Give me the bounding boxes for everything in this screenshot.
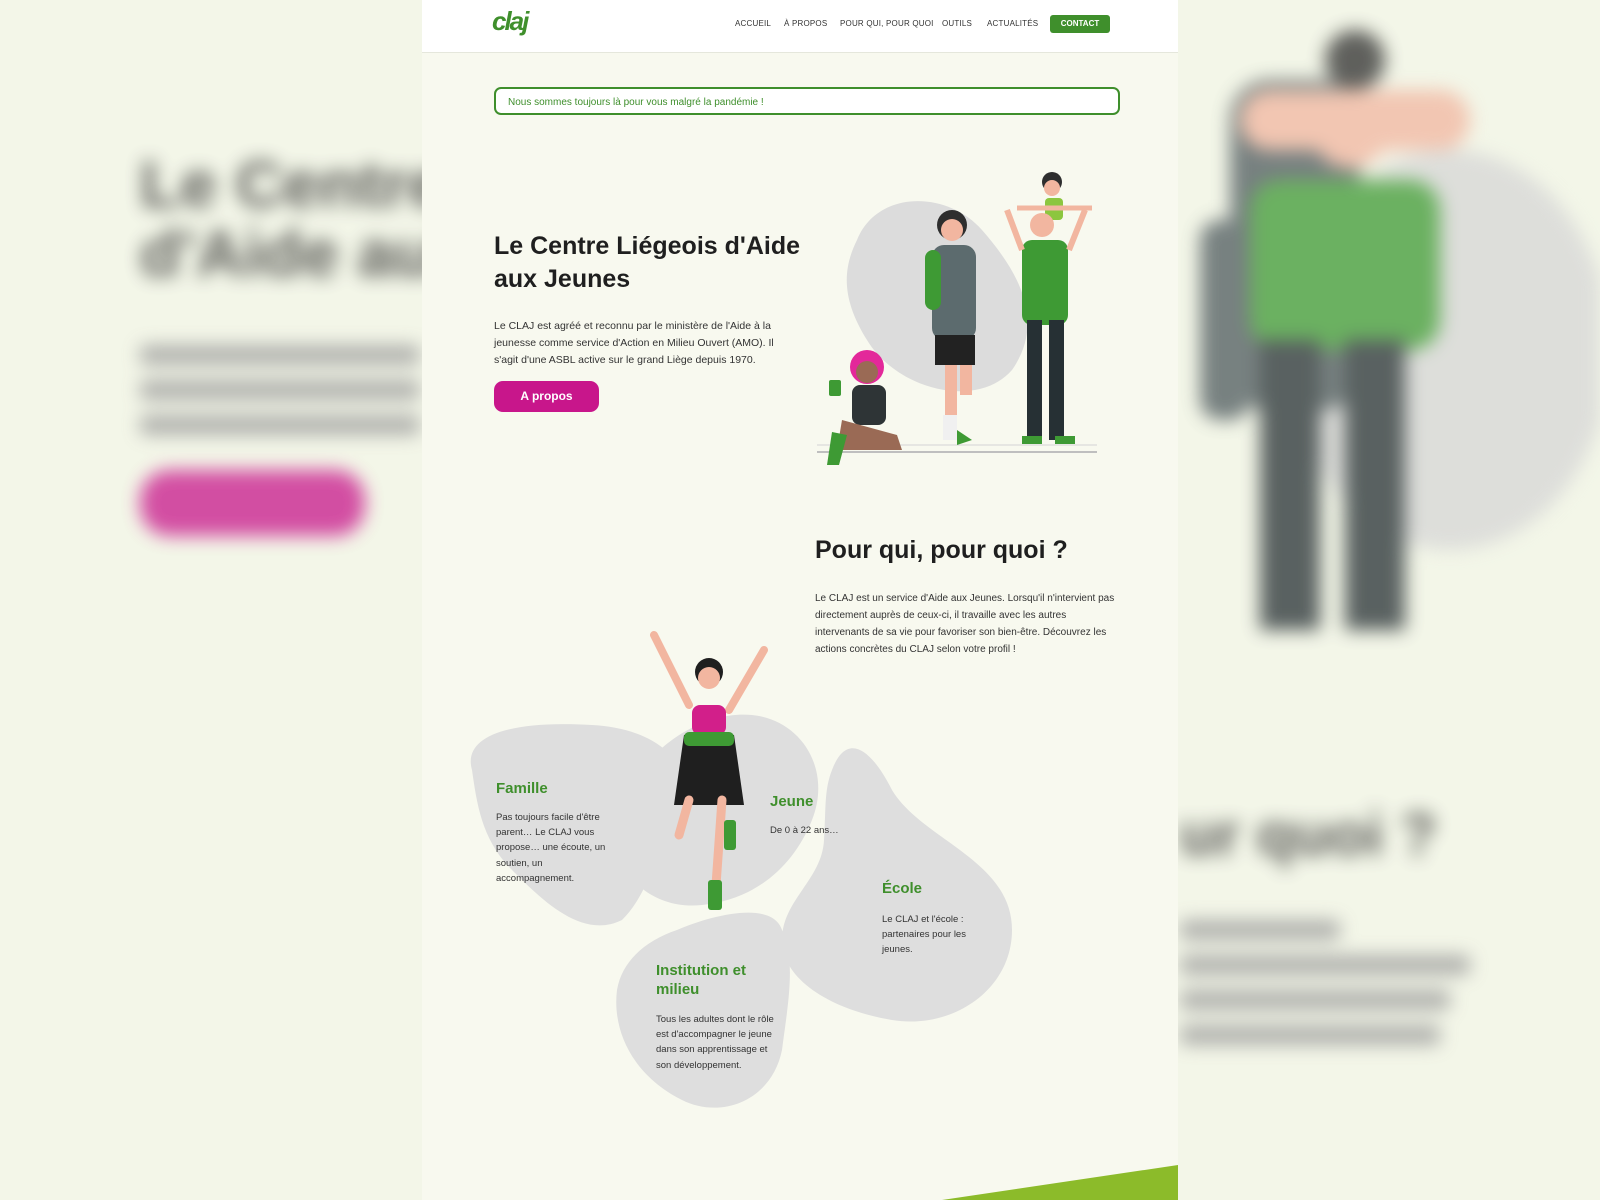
nav-actualites[interactable]: ACTUALITÉS xyxy=(987,19,1038,28)
backdrop-text-line xyxy=(1180,920,1340,940)
contact-button[interactable]: CONTACT xyxy=(1050,15,1110,33)
backdrop-text-line xyxy=(1180,1025,1440,1045)
backdrop-title-right: ur quoi ? xyxy=(1180,801,1437,868)
blob-institution xyxy=(616,912,790,1108)
profile-famille-text: Pas toujours facile d'être parent… Le CL… xyxy=(496,812,606,884)
profile-institution-text: Tous les adultes dont le rôle est d'acco… xyxy=(656,1014,774,1071)
nav-outils[interactable]: OUTILS xyxy=(942,19,972,28)
backdrop-text-line xyxy=(1180,990,1450,1010)
profile-jeune-text: De 0 à 22 ans… xyxy=(770,825,839,836)
dancing-girl-illustration xyxy=(650,631,768,910)
backdrop-text-line xyxy=(140,380,420,400)
profile-ecole-title[interactable]: École xyxy=(882,880,922,899)
backdrop-button xyxy=(140,470,365,536)
hero-illustration-people xyxy=(817,172,1097,465)
hero-title: Le Centre Liégeois d'Aide aux Jeunes xyxy=(494,232,801,293)
nav-pour-qui-pour-quoi[interactable]: POUR QUI, POUR QUOI xyxy=(840,19,934,28)
pandemic-notice-banner[interactable]: Nous sommes toujours là pour vous malgré… xyxy=(494,87,1120,115)
profile-ecole-text: Le CLAJ et l'école : partenaires pour le… xyxy=(882,914,966,956)
footer-accent-shape xyxy=(942,1165,1178,1200)
section-title-pour-qui: Pour qui, pour quoi ? xyxy=(815,536,1068,564)
backdrop-text-line xyxy=(140,345,420,365)
site-header: claj ACCUEIL À PROPOS POUR QUI, POUR QUO… xyxy=(422,0,1178,53)
profile-jeune-title[interactable]: Jeune xyxy=(770,793,813,812)
hero-description: Le CLAJ est agréé et reconnu par le mini… xyxy=(494,320,774,366)
claj-logo[interactable]: claj xyxy=(492,6,529,37)
backdrop-illustration xyxy=(1200,30,1600,630)
nav-a-propos[interactable]: À PROPOS xyxy=(784,19,827,28)
nav-accueil[interactable]: ACCUEIL xyxy=(735,19,771,28)
profile-famille-title[interactable]: Famille xyxy=(496,780,548,799)
backdrop-text-line xyxy=(140,415,420,435)
profile-institution-title[interactable]: Institution et milieu xyxy=(656,962,766,1000)
page: claj ACCUEIL À PROPOS POUR QUI, POUR QUO… xyxy=(422,0,1178,1200)
about-button[interactable]: A propos xyxy=(494,381,599,412)
backdrop-text-line xyxy=(1180,955,1470,975)
